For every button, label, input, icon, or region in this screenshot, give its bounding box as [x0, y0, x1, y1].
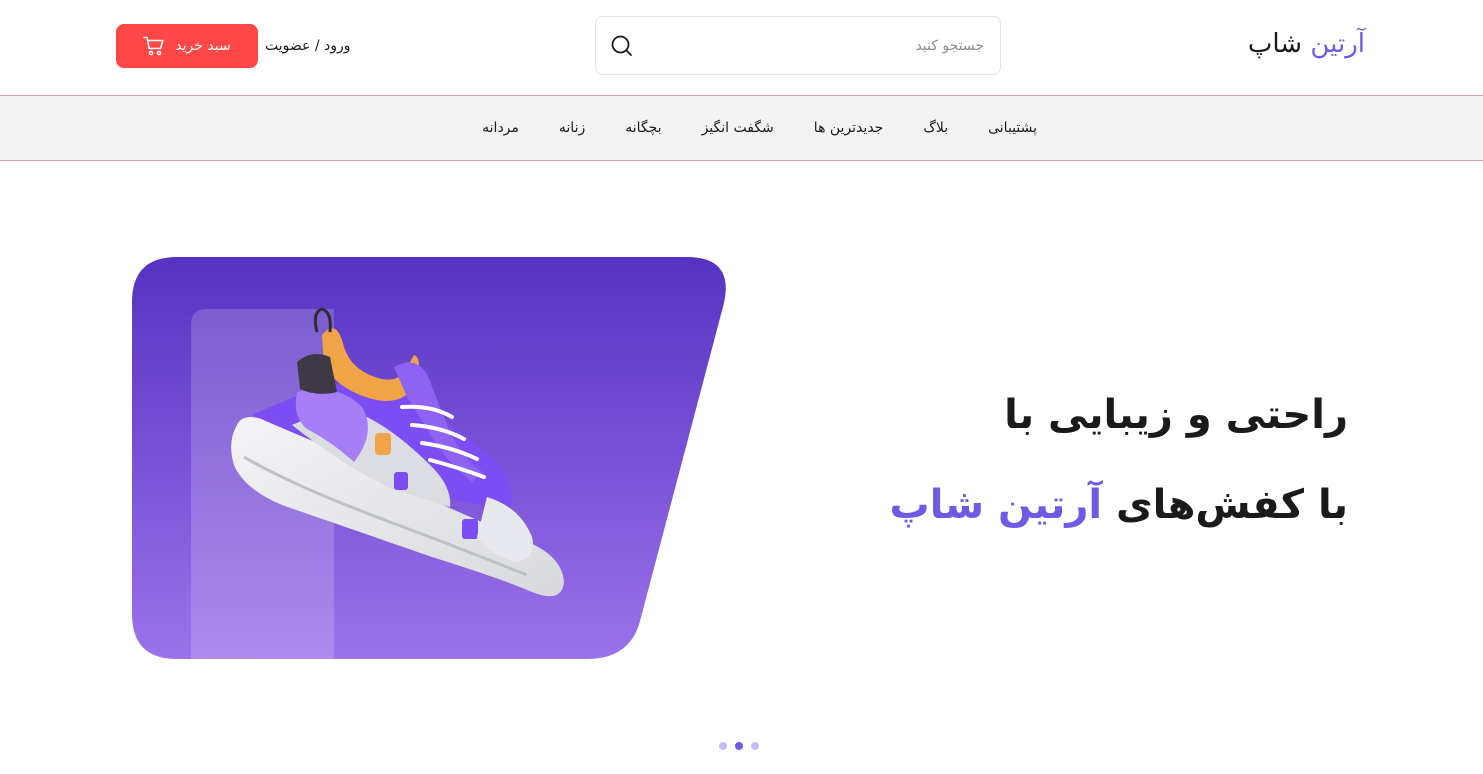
search-input[interactable]	[648, 27, 984, 65]
search-box	[595, 16, 1001, 75]
main-nav: مردانه زنانه بچگانه شگفت انگیز جدیدترین …	[0, 95, 1483, 161]
search-icon[interactable]	[610, 34, 634, 58]
auth-separator: /	[314, 38, 320, 54]
slider-dots	[719, 742, 759, 751]
slider-dot[interactable]	[719, 742, 727, 750]
cart-icon	[143, 36, 165, 56]
hero-headline-prefix: با کفش‌های	[1116, 482, 1348, 528]
site-logo[interactable]: آرتین شاپ	[1248, 26, 1365, 62]
register-link[interactable]: عضویت	[265, 38, 310, 54]
nav-item-blog[interactable]: بلاگ	[923, 120, 948, 136]
slider-dot[interactable]	[751, 742, 759, 750]
nav-item-kids[interactable]: بچگانه	[625, 120, 661, 136]
nav-item-newest[interactable]: جدیدترین ها	[814, 120, 884, 136]
nav-item-women[interactable]: زنانه	[559, 120, 585, 136]
logo-text: شاپ	[1247, 29, 1303, 59]
logo-accent-text: آرتین	[1310, 29, 1365, 59]
nav-item-men[interactable]: مردانه	[482, 120, 519, 136]
site-header: آرتین شاپ ورود / عضویت سبد خرید	[0, 0, 1483, 95]
nav-item-amazing[interactable]: شگفت انگیز	[702, 120, 774, 136]
page: آرتین شاپ ورود / عضویت سبد خرید	[0, 0, 1483, 774]
auth-links: ورود / عضویت	[265, 34, 351, 58]
cart-label: سبد خرید	[175, 38, 231, 54]
login-link[interactable]: ورود	[324, 38, 351, 54]
slider-dot-active[interactable]	[735, 742, 743, 750]
hero-headline-brand: آرتین شاپ	[889, 482, 1103, 528]
hero-banner	[132, 257, 732, 659]
hero-headline-line2: با کفش‌های آرتین شاپ	[748, 475, 1348, 535]
nav-item-support[interactable]: پشتیبانی	[988, 120, 1037, 136]
hero-headline-line1: راحتی و زیبایی با	[1004, 392, 1348, 438]
cart-button[interactable]: سبد خرید	[116, 24, 258, 68]
sneaker-image	[132, 257, 726, 659]
